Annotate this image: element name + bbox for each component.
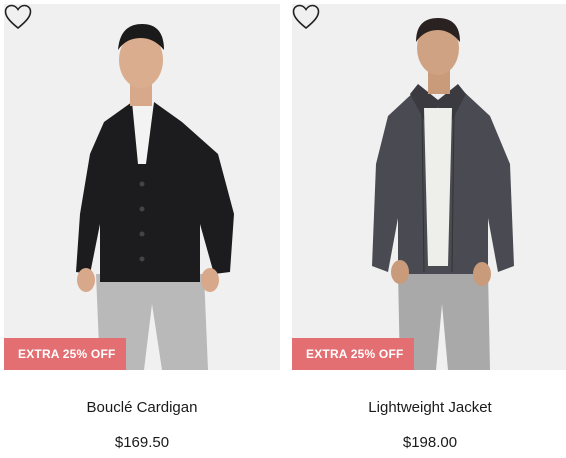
product-image-cardigan[interactable]: EXTRA 25% OFF [4,4,280,370]
product-card[interactable]: EXTRA 25% OFF Lightweight Jacket $198.00 [292,0,566,458]
product-price: $198.00 [402,434,458,451]
model-in-jacket-illustration [372,18,514,370]
heart-outline-icon[interactable] [4,4,32,30]
product-image-jacket[interactable]: EXTRA 25% OFF [292,4,566,370]
heart-outline-icon[interactable] [292,4,320,30]
model-in-cardigan-illustration [76,24,234,370]
discount-badge: EXTRA 25% OFF [292,338,414,370]
product-card[interactable]: EXTRA 25% OFF Bouclé Cardigan $169.50 [4,0,280,458]
discount-badge: EXTRA 25% OFF [4,338,126,370]
product-name[interactable]: Lightweight Jacket [292,399,566,416]
product-price: $169.50 [114,434,170,451]
product-name[interactable]: Bouclé Cardigan [4,399,280,416]
